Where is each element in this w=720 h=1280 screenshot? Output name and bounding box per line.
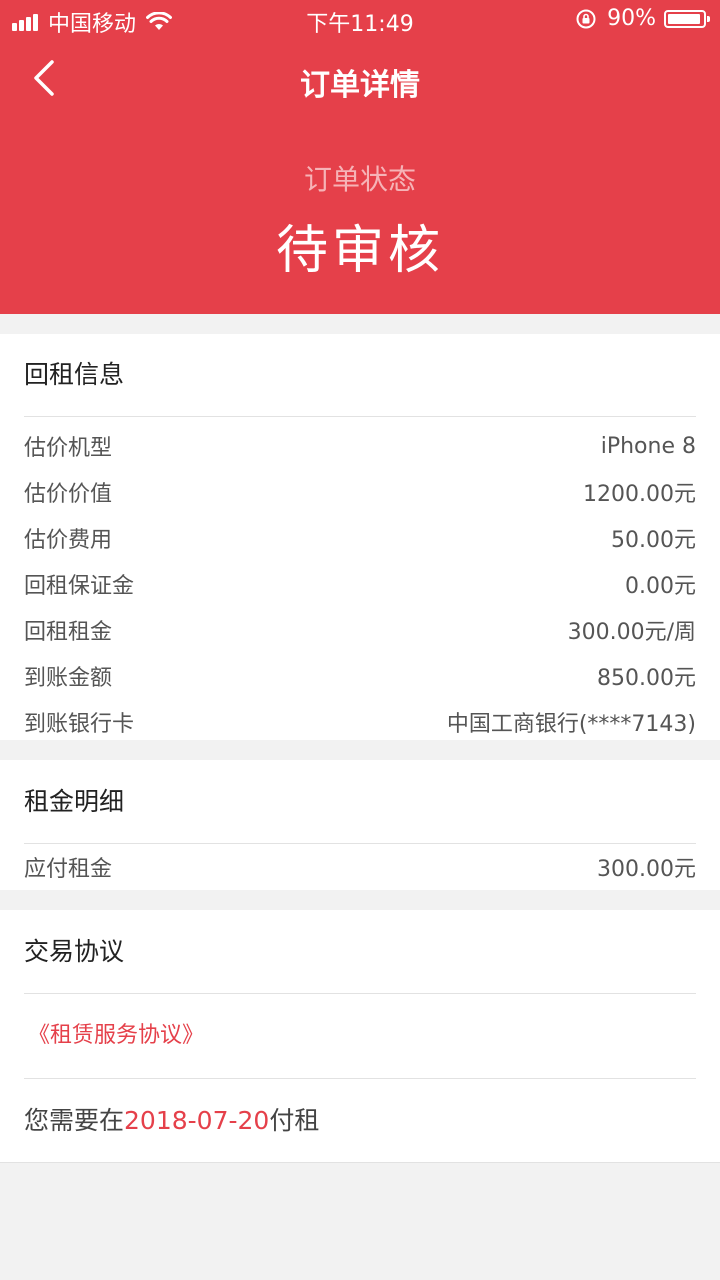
info-row-rent: 回租租金 300.00元/周 bbox=[0, 607, 720, 653]
info-row-received: 到账金额 850.00元 bbox=[0, 653, 720, 699]
due-suffix: 付租 bbox=[269, 1106, 320, 1135]
row-label: 估价费用 bbox=[24, 528, 113, 553]
row-value: 300.00元 bbox=[597, 857, 696, 882]
order-status-label: 订单状态 bbox=[303, 163, 416, 196]
rent-detail-title: 租金明细 bbox=[24, 787, 125, 816]
row-label: 估价机型 bbox=[24, 436, 113, 461]
status-bar: 中国移动 下午11:49 90% bbox=[0, 0, 720, 40]
row-label: 到账金额 bbox=[24, 666, 113, 691]
rotation-lock-icon bbox=[576, 9, 596, 28]
row-label: 应付租金 bbox=[24, 857, 113, 882]
lease-agreement-link[interactable]: 《租赁服务协议》 bbox=[0, 994, 720, 1078]
rent-detail-card: 租金明细 应付租金 300.00元 bbox=[0, 760, 720, 890]
due-prefix: 您需要在 bbox=[24, 1106, 125, 1135]
row-value: 50.00元 bbox=[611, 528, 696, 553]
page-title: 订单详情 bbox=[300, 68, 420, 103]
row-value: 850.00元 bbox=[597, 666, 696, 691]
order-status-value: 待审核 bbox=[275, 221, 444, 281]
row-value: iPhone 8 bbox=[600, 433, 696, 459]
agreement-card: 交易协议 《租赁服务协议》 您需要在2018-07-20付租 bbox=[0, 910, 720, 1163]
huizu-info-card: 回租信息 估价机型 iPhone 8 估价价值 1200.00元 估价费用 50… bbox=[0, 334, 720, 740]
due-date: 2018-07-20 bbox=[124, 1106, 270, 1135]
row-label: 回租租金 bbox=[24, 620, 113, 645]
row-label: 到账银行卡 bbox=[24, 712, 135, 737]
info-row-bank-card: 到账银行卡 中国工商银行(****7143) bbox=[0, 699, 720, 745]
row-value: 0.00元 bbox=[625, 574, 696, 599]
info-row-valuation: 估价价值 1200.00元 bbox=[0, 469, 720, 515]
order-header: 中国移动 下午11:49 90% 订单详情 订单状态 待审核 bbox=[0, 0, 720, 314]
rent-detail-row-payable: 应付租金 300.00元 bbox=[0, 844, 720, 890]
battery-icon bbox=[664, 9, 710, 28]
payment-due-notice: 您需要在2018-07-20付租 bbox=[0, 1079, 720, 1163]
battery-percent: 90% bbox=[607, 6, 656, 31]
row-value: 300.00元/周 bbox=[567, 620, 696, 645]
agreement-title: 交易协议 bbox=[24, 937, 125, 966]
info-row-fee: 估价费用 50.00元 bbox=[0, 515, 720, 561]
row-value: 中国工商银行(****7143) bbox=[446, 712, 696, 737]
info-row-deposit: 回租保证金 0.00元 bbox=[0, 561, 720, 607]
info-row-model: 估价机型 iPhone 8 bbox=[0, 423, 720, 469]
row-label: 回租保证金 bbox=[24, 574, 135, 599]
row-label: 估价价值 bbox=[24, 482, 113, 507]
huizu-info-title: 回租信息 bbox=[24, 360, 125, 389]
row-value: 1200.00元 bbox=[583, 482, 696, 507]
nav-bar: 订单详情 bbox=[0, 48, 720, 114]
